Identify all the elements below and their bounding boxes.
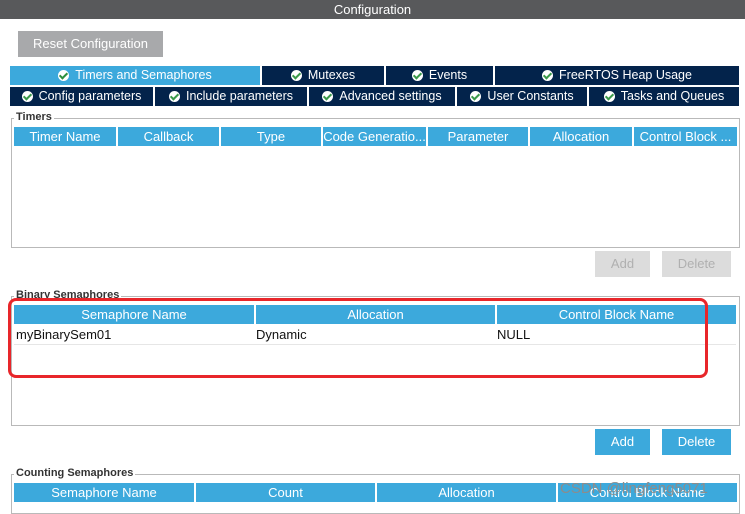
column-header[interactable]: Parameter [428, 127, 528, 146]
column-header[interactable]: Code Generatio... [323, 127, 426, 146]
column-header[interactable]: Count [196, 483, 375, 502]
tab-tasks-and-queues[interactable]: Tasks and Queues [589, 87, 739, 106]
column-header[interactable]: Allocation [377, 483, 556, 502]
tab-label: Timers and Semaphores [75, 68, 212, 82]
column-header[interactable]: Timer Name [14, 127, 116, 146]
tab-label: FreeRTOS Heap Usage [559, 68, 692, 82]
window-title: Configuration [0, 0, 745, 19]
tab-mutexes[interactable]: Mutexes [262, 66, 384, 85]
column-header[interactable]: Callback [118, 127, 219, 146]
binary-add-button[interactable]: Add [595, 429, 650, 455]
counting-semaphores-group-label: Counting Semaphores [14, 467, 136, 479]
tab-config-parameters[interactable]: Config parameters [10, 87, 153, 106]
tab-timers-and-semaphores[interactable]: Timers and Semaphores [10, 66, 260, 85]
check-icon [21, 91, 33, 102]
tab-label: Tasks and Queues [620, 89, 725, 103]
watermark-text: CSDN @lingfeng5071 [560, 480, 708, 497]
tab-label: Mutexes [307, 68, 356, 82]
column-header[interactable]: Allocation [530, 127, 632, 146]
highlight-annotation [8, 298, 708, 378]
column-header[interactable]: Control Block ... [634, 127, 737, 146]
check-icon [58, 70, 70, 81]
check-icon [290, 70, 302, 81]
reset-configuration-button[interactable]: Reset Configuration [18, 31, 163, 57]
tab-include-parameters[interactable]: Include parameters [155, 87, 307, 106]
check-icon [322, 91, 334, 102]
tab-advanced-settings[interactable]: Advanced settings [309, 87, 455, 106]
timers-group-label: Timers [14, 111, 54, 123]
tab-label: Config parameters [38, 89, 142, 103]
tab-user-constants[interactable]: User Constants [457, 87, 587, 106]
check-icon [470, 91, 482, 102]
timers-add-button[interactable]: Add [595, 251, 650, 277]
timers-delete-button[interactable]: Delete [662, 251, 731, 277]
check-icon [168, 91, 180, 102]
tab-label: Advanced settings [339, 89, 442, 103]
tab-freertos-heap-usage[interactable]: FreeRTOS Heap Usage [495, 66, 739, 85]
tab-label: Events [428, 68, 468, 82]
tab-label: User Constants [487, 89, 574, 103]
check-icon [542, 70, 554, 81]
check-icon [411, 70, 423, 81]
tab-label: Include parameters [185, 89, 293, 103]
column-header[interactable]: Semaphore Name [14, 483, 194, 502]
binary-delete-button[interactable]: Delete [662, 429, 731, 455]
column-header[interactable]: Type [221, 127, 321, 146]
check-icon [603, 91, 615, 102]
tab-events[interactable]: Events [386, 66, 493, 85]
